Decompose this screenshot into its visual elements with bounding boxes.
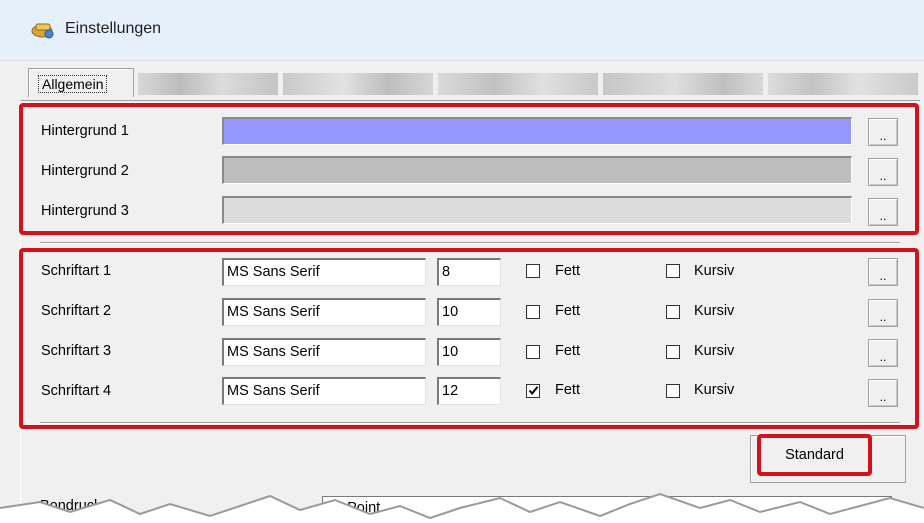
hintergrund-1-label: Hintergrund 1 (41, 123, 129, 139)
schriftart-3-italic-label: Kursiv (694, 343, 735, 359)
window-title: Einstellungen (65, 20, 162, 37)
schriftart-4-size-field[interactable]: 12 (437, 377, 501, 405)
tab-allgemein[interactable]: Allgemein (28, 68, 134, 97)
schriftart-1-label: Schriftart 1 (41, 263, 112, 279)
schriftart-3-italic-checkbox[interactable] (666, 345, 680, 359)
tab-blurred-2[interactable] (283, 73, 433, 95)
hintergrund-1-browse-button[interactable]: .. (868, 118, 898, 146)
torn-edge (0, 492, 924, 522)
schriftart-1-font-field[interactable]: MS Sans Serif (222, 258, 426, 286)
schriftart-4-italic-label: Kursiv (694, 382, 735, 398)
settings-app-icon (31, 23, 54, 39)
schriftart-2-bold-checkbox[interactable] (526, 305, 540, 319)
schriftart-3-browse-button[interactable]: .. (868, 339, 898, 367)
schriftart-3-bold-label: Fett (555, 343, 580, 359)
schriftart-3-size-field[interactable]: 10 (437, 338, 501, 366)
title-bar: Einstellungen (0, 0, 924, 61)
schriftart-3-label: Schriftart 3 (41, 343, 112, 359)
schriftart-2-bold-label: Fett (555, 303, 580, 319)
schriftart-2-italic-label: Kursiv (694, 303, 735, 319)
schriftart-2-size-field[interactable]: 10 (437, 298, 501, 326)
separator (40, 422, 900, 424)
schriftart-3-bold-checkbox[interactable] (526, 345, 540, 359)
schriftart-4-italic-checkbox[interactable] (666, 384, 680, 398)
hintergrund-2-browse-button[interactable]: .. (868, 158, 898, 186)
tab-blurred-3[interactable] (438, 73, 598, 95)
schriftart-2-label: Schriftart 2 (41, 303, 112, 319)
schriftart-2-font-field[interactable]: MS Sans Serif (222, 298, 426, 326)
schriftart-1-bold-label: Fett (555, 263, 580, 279)
hintergrund-3-browse-button[interactable]: .. (868, 198, 898, 226)
schriftart-1-bold-checkbox[interactable] (526, 264, 540, 278)
schriftart-1-browse-button[interactable]: .. (868, 258, 898, 286)
hintergrund-3-label: Hintergrund 3 (41, 203, 129, 219)
hintergrund-2-color (222, 156, 852, 184)
check-icon (528, 386, 539, 396)
schriftart-4-font-field[interactable]: MS Sans Serif (222, 377, 426, 405)
tab-strip: Allgemein (28, 64, 924, 100)
schriftart-2-italic-checkbox[interactable] (666, 305, 680, 319)
schriftart-4-bold-label: Fett (555, 382, 580, 398)
hintergrund-2-label: Hintergrund 2 (41, 163, 129, 179)
hintergrund-3-color (222, 196, 852, 224)
schriftart-3-font-field[interactable]: MS Sans Serif (222, 338, 426, 366)
schriftart-1-italic-label: Kursiv (694, 263, 735, 279)
schriftart-4-browse-button[interactable]: .. (868, 379, 898, 407)
schriftart-1-italic-checkbox[interactable] (666, 264, 680, 278)
schriftart-4-bold-checkbox[interactable] (526, 384, 540, 398)
standard-button[interactable]: Standard (757, 434, 872, 476)
tab-blurred-5[interactable] (768, 73, 918, 95)
schriftart-1-size-field[interactable]: 8 (437, 258, 501, 286)
settings-window: Einstellungen Allgemein Hintergrund 1 ..… (0, 0, 924, 523)
tab-blurred-4[interactable] (603, 73, 763, 95)
hintergrund-1-color (222, 117, 852, 145)
tab-blurred-1[interactable] (138, 73, 278, 95)
schriftart-2-browse-button[interactable]: .. (868, 299, 898, 327)
schriftart-4-label: Schriftart 4 (41, 383, 112, 399)
separator (40, 242, 900, 244)
tab-label: Allgemein (38, 75, 108, 93)
